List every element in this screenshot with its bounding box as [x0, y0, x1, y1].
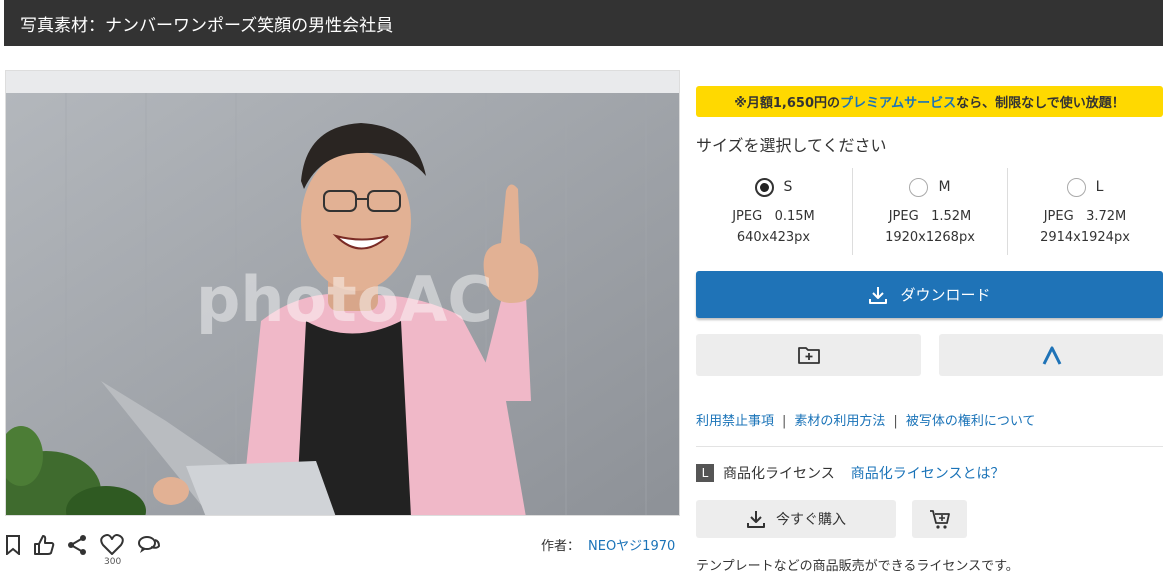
size-options: S JPEG 0.15M 640x423px M JPEG 1.52M 1920x1… — [696, 168, 1163, 255]
size-l-format: JPEG — [1043, 209, 1074, 224]
size-s-dimensions: 640x423px — [736, 230, 811, 245]
size-s-radio[interactable] — [754, 177, 774, 197]
comment-icon[interactable] — [136, 532, 162, 558]
license-info-link[interactable]: 商品化ライセンスとは？ — [851, 463, 1005, 483]
like-count: 300 — [104, 557, 122, 567]
download-label: ダウンロード — [900, 286, 991, 304]
author-link[interactable]: NEOヤジ1970 — [588, 535, 675, 554]
size-l-label: L — [1095, 179, 1104, 195]
promo-prefix: ※月額1,650円の — [734, 96, 841, 111]
size-l-dimensions: 2914x1924px — [1040, 230, 1130, 245]
size-s-format: JPEG — [732, 209, 763, 224]
add-to-folder-button[interactable] — [696, 334, 921, 376]
promo-premium-link[interactable]: プレミアムサービス — [840, 92, 956, 111]
size-s-label: S — [783, 179, 793, 195]
link-separator: | — [893, 414, 898, 429]
size-select-title: サイズを選択してください — [696, 136, 887, 155]
prohibited-use-link[interactable]: 利用禁止事項 — [696, 414, 774, 429]
thumbs-up-icon[interactable] — [31, 532, 57, 558]
premium-promo-banner[interactable]: ※月額1,650円の プレミアムサービス なら、制限なしで使い放題！ — [696, 86, 1163, 117]
ai-logo-icon — [1042, 346, 1061, 365]
cart-icon — [929, 510, 950, 529]
size-l-radio[interactable] — [1066, 177, 1086, 197]
license-row: L 商品化ライセンス 商品化ライセンスとは？ — [696, 463, 1004, 483]
title-bar: 写真素材：ナンバーワンポーズ笑顔の男性会社員 — [4, 0, 1163, 46]
similar-images-button[interactable] — [939, 334, 1163, 376]
buy-now-label: 今すぐ購入 — [776, 512, 846, 528]
download-icon — [747, 511, 765, 528]
size-option-m[interactable]: M JPEG 1.52M 1920x1268px — [852, 168, 1007, 255]
size-l-filesize: 3.72M — [1086, 209, 1127, 224]
size-m-label: M — [938, 179, 951, 195]
size-m-radio[interactable] — [909, 177, 929, 197]
license-label: 商品化ライセンス — [723, 466, 835, 482]
folder-add-icon — [797, 347, 820, 364]
subject-rights-link[interactable]: 被写体の権利について — [906, 414, 1036, 429]
size-option-s[interactable]: S JPEG 0.15M 640x423px — [696, 168, 851, 255]
photo-image: photoAC — [6, 71, 679, 515]
section-divider — [696, 446, 1163, 447]
author-label: 作者： — [541, 539, 581, 554]
download-icon — [869, 286, 888, 304]
bookmark-icon[interactable] — [0, 532, 26, 558]
size-m-filesize: 1.52M — [931, 209, 972, 224]
size-m-format: JPEG — [888, 209, 919, 224]
heart-icon[interactable] — [99, 532, 125, 558]
license-badge: L — [696, 464, 714, 482]
photo-preview[interactable]: photoAC — [5, 70, 680, 516]
add-to-cart-button[interactable] — [912, 500, 967, 538]
photo-action-bar: 300 作者： NEOヤジ1970 — [0, 530, 680, 567]
buy-now-button[interactable]: 今すぐ購入 — [696, 500, 896, 538]
share-icon[interactable] — [64, 532, 90, 558]
usage-guide-link[interactable]: 素材の利用方法 — [794, 414, 885, 429]
link-separator: | — [782, 414, 787, 429]
size-option-l[interactable]: L JPEG 3.72M 2914x1924px — [1007, 168, 1162, 255]
info-links: 利用禁止事項 | 素材の利用方法 | 被写体の権利について — [696, 410, 1035, 429]
size-s-filesize: 0.15M — [774, 209, 815, 224]
watermark-text: photoAC — [196, 263, 493, 336]
size-m-dimensions: 1920x1268px — [885, 230, 975, 245]
download-button[interactable]: ダウンロード — [696, 271, 1163, 318]
page-title: 写真素材：ナンバーワンポーズ笑顔の男性会社員 — [20, 16, 394, 36]
license-description: テンプレートなどの商品販売ができるライセンスです。 — [696, 559, 1019, 574]
promo-suffix: なら、制限なしで使い放題！ — [956, 96, 1125, 111]
